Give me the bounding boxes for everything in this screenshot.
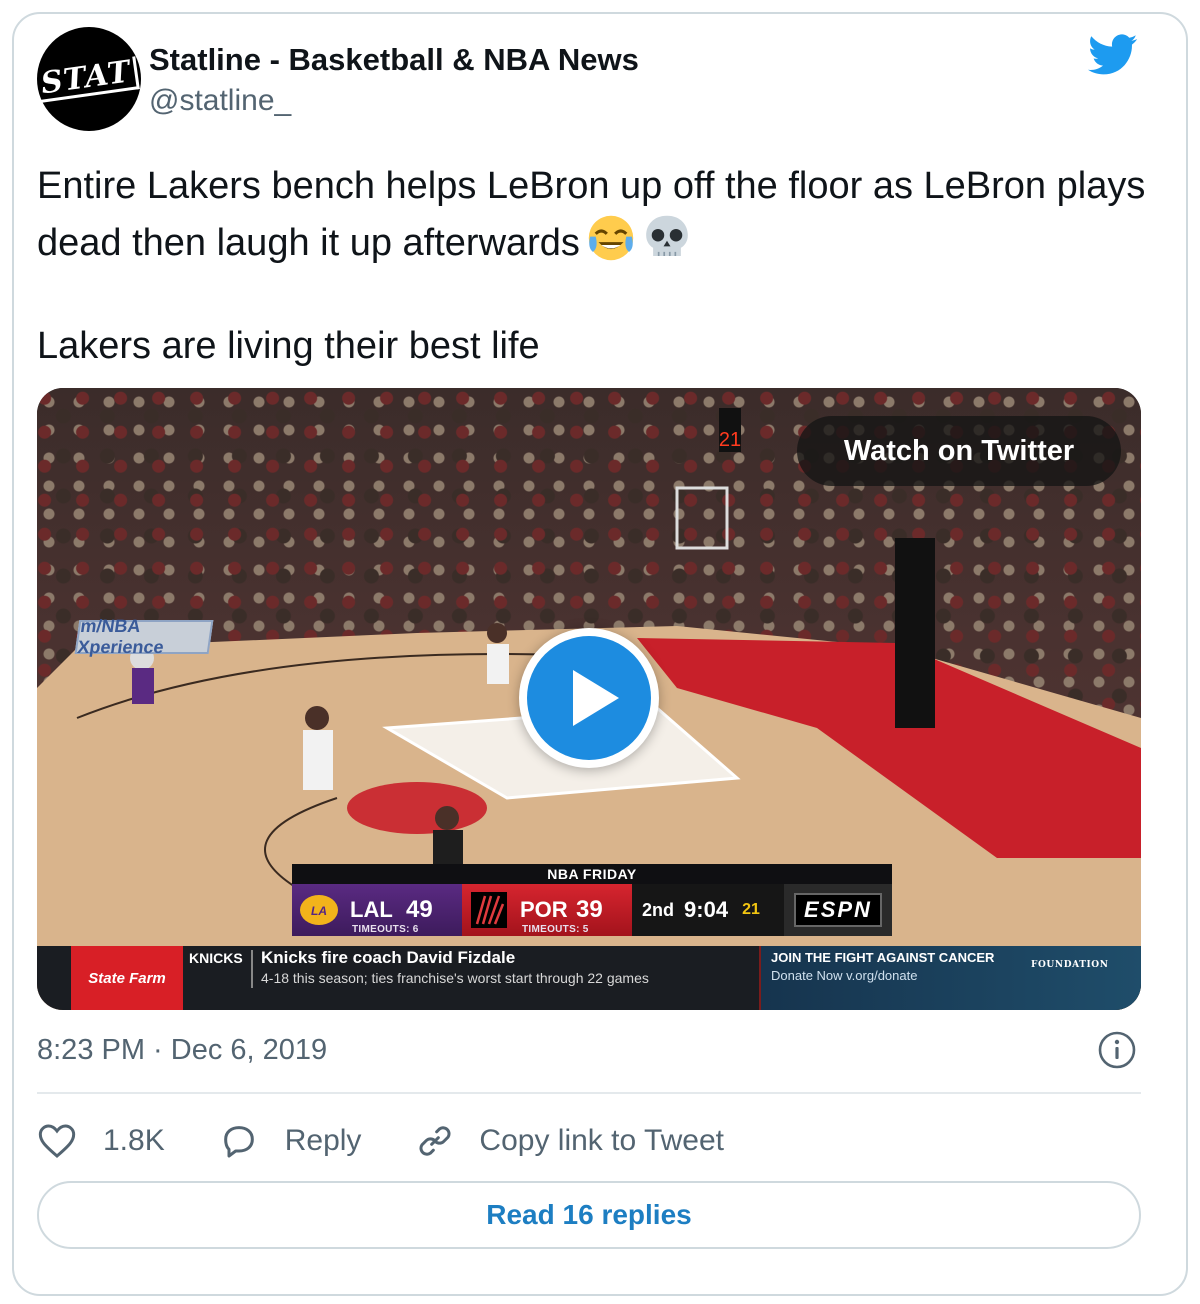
away-team-timeouts: TIMEOUTS: 5 (522, 924, 589, 935)
read-replies-button[interactable]: Read 16 replies (37, 1181, 1141, 1249)
info-icon[interactable] (1097, 1030, 1137, 1070)
news-ticker: State Farm KNICKS Knicks fire coach Davi… (37, 946, 1141, 1010)
play-button[interactable] (519, 628, 659, 768)
skull-emoji-icon (646, 215, 688, 257)
arena-sign: m/NBA Xperience (74, 616, 214, 657)
play-icon (527, 636, 651, 760)
video-player[interactable]: 21 m/NBA Xperience Watch on Twitter NBA … (37, 388, 1141, 1010)
svg-text:21: 21 (719, 429, 741, 451)
scoreboard-title: NBA FRIDAY (292, 864, 892, 884)
author-name[interactable]: Statline - Basketball & NBA News (149, 42, 639, 78)
heart-icon (38, 1124, 76, 1158)
reply-label: Reply (284, 1124, 362, 1157)
tweet-text: Entire Lakers bench helps LeBron up off … (37, 160, 1147, 373)
copy-link-label: Copy link to Tweet (479, 1124, 724, 1157)
svg-text:LA: LA (311, 904, 327, 918)
twitter-bird-icon[interactable] (1088, 34, 1138, 76)
shot-clock: 21 (742, 901, 760, 918)
scoreboard-team-lal: LA LAL 49 TIMEOUTS: 6 (292, 884, 462, 936)
speech-bubble-icon (223, 1126, 254, 1158)
reply-button[interactable]: Reply (219, 1121, 362, 1161)
home-team-timeouts: TIMEOUTS: 6 (352, 924, 419, 935)
lakers-logo-icon: LA (294, 886, 344, 934)
home-team-abbr: LAL (350, 897, 393, 922)
footer-divider (37, 1092, 1141, 1094)
tweet-timestamp[interactable]: 8:23 PM · Dec 6, 2019 (37, 1034, 327, 1067)
avatar[interactable]: STAT (37, 27, 141, 131)
promo-line-1: JOIN THE FIGHT AGAINST CANCER (771, 950, 995, 965)
tweet-line-2: Lakers are living their best life (37, 325, 540, 367)
away-team-score: 39 (576, 896, 603, 923)
away-team-abbr: POR (520, 897, 568, 922)
like-button[interactable]: 1.8K (37, 1121, 165, 1161)
watch-on-twitter-button[interactable]: Watch on Twitter (797, 416, 1121, 486)
promo-brand: FOUNDATION (1031, 960, 1109, 970)
promo-line-2: Donate Now v.org/donate (771, 968, 918, 983)
ticker-headline: Knicks fire coach David Fizdale (261, 948, 516, 967)
network-logo-text: ESPN (794, 893, 882, 927)
author-handle[interactable]: @statline_ (149, 84, 291, 118)
blazers-logo-icon (464, 886, 514, 934)
copy-link-button[interactable]: Copy link to Tweet (415, 1121, 724, 1161)
link-icon (419, 1126, 451, 1156)
game-time: 9:04 (684, 897, 729, 922)
tears-of-joy-emoji-icon (588, 215, 634, 261)
scoreboard: NBA FRIDAY LA LAL 49 TIMEOUTS: 6 POR 39 … (292, 864, 894, 936)
ticker-divider (251, 950, 253, 988)
ticker-subline: 4-18 this season; ties franchise's worst… (261, 970, 649, 986)
tweet-actions: 1.8K Reply Copy link to Tweet (37, 1116, 778, 1166)
scoreboard-team-por: POR 39 TIMEOUTS: 5 (462, 884, 632, 936)
like-count: 1.8K (103, 1124, 165, 1157)
avatar-logo-text: STAT (37, 54, 141, 103)
tweet-line-1: Entire Lakers bench helps LeBron up off … (37, 160, 1147, 270)
game-period: 2nd (642, 899, 675, 920)
ticker-tag: KNICKS (189, 950, 243, 966)
ticker-promo: JOIN THE FIGHT AGAINST CANCER Donate Now… (759, 946, 1141, 1010)
scoreboard-row: LA LAL 49 TIMEOUTS: 6 POR 39 TIMEOUTS: 5… (292, 884, 892, 936)
ticker-sponsor-logo: State Farm (71, 946, 183, 1010)
home-team-score: 49 (406, 896, 433, 923)
network-logo: ESPN (784, 884, 892, 936)
game-clock: 2nd 9:04 21 (632, 884, 784, 936)
